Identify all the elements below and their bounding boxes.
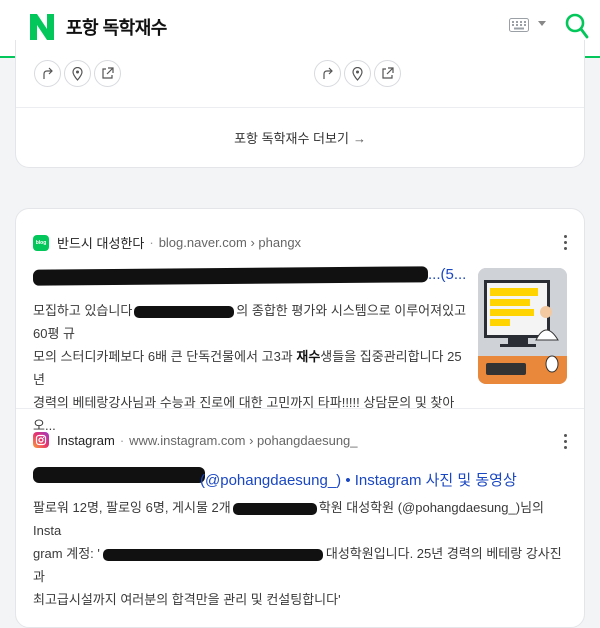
map-button[interactable] <box>344 60 371 87</box>
map-button[interactable] <box>64 60 91 87</box>
result-snippet: 모집하고 있습니다 의 종합한 평가와 시스템으로 이루어져있고 60평 규 모의… <box>33 299 473 437</box>
divider <box>16 107 584 108</box>
more-results-label: 포항 독학재수 더보기 <box>234 131 349 146</box>
snippet-line: gram 계정: ' 대성학원입니다. 25년 경력의 베테랑 강사진과 <box>33 546 562 584</box>
source-url: www.instagram.com › pohangdaesung_ <box>129 432 358 448</box>
snippet-line: 팔로워 12명, 팔로잉 6명, 게시물 2개 학원 대성학원 (@pohangd… <box>33 500 544 538</box>
share-button[interactable] <box>34 60 61 87</box>
snippet-line: 경력의 베테랑강사님과 수능과 진로에 대한 고민까지 타파!!!!! 상담문의… <box>33 395 455 433</box>
result-title[interactable]: ...(5... <box>428 266 466 283</box>
result-snippet: 팔로워 12명, 팔로잉 6명, 게시물 2개 학원 대성학원 (@pohangd… <box>33 496 573 611</box>
result-thumbnail[interactable] <box>478 268 567 384</box>
source-name: 반드시 대성한다 <box>57 236 145 251</box>
export-icon <box>102 67 114 79</box>
search-query[interactable]: 포항 독학재수 <box>66 14 167 40</box>
map-pin-icon <box>72 66 83 81</box>
naver-logo-icon[interactable] <box>28 12 56 42</box>
share-icon <box>323 67 333 79</box>
result-title[interactable]: (@pohangdaesung_) • Instagram 사진 및 동영상 <box>200 469 517 490</box>
share-icon <box>43 67 53 79</box>
chevron-down-icon[interactable] <box>537 20 547 28</box>
instagram-icon <box>33 432 49 448</box>
separator: · <box>149 235 154 250</box>
share-button[interactable] <box>314 60 341 87</box>
naver-blog-icon: blog <box>33 234 49 251</box>
arrow-right-icon: → <box>352 131 366 146</box>
more-results-link[interactable]: 포항 독학재수 더보기 → <box>16 128 584 147</box>
redaction-bar <box>232 502 317 515</box>
search-icon[interactable] <box>564 12 590 40</box>
source-url: blog.naver.com › phangx <box>158 235 302 250</box>
keyboard-icon[interactable] <box>509 18 529 32</box>
result-source[interactable]: Instagram · www.instagram.com › pohangda… <box>33 432 358 448</box>
redaction-bar <box>33 467 205 483</box>
export-icon <box>382 67 394 79</box>
source-name: Instagram <box>57 432 115 448</box>
more-options-icon[interactable] <box>564 434 568 452</box>
more-options-icon[interactable] <box>564 235 568 253</box>
map-pin-icon <box>352 66 363 81</box>
redaction-bar <box>102 548 323 561</box>
redaction-bar <box>134 305 235 318</box>
export-button[interactable] <box>374 60 401 87</box>
divider <box>16 408 584 409</box>
snippet-line: 모의 스터디카페보다 6배 큰 단독건물에서 고3과 재수생들을 집중관리합니다… <box>33 349 462 387</box>
separator: · <box>119 432 125 448</box>
result-source[interactable]: blog 반드시 대성한다 · blog.naver.com › phangx <box>33 233 301 252</box>
prev-result-card: 포항 독학재수 더보기 → <box>15 40 585 168</box>
thumbnail-image <box>478 268 567 384</box>
export-button[interactable] <box>94 60 121 87</box>
snippet-line: 모집하고 있습니다 의 종합한 평가와 시스템으로 이루어져있고 60평 규 <box>33 303 467 341</box>
